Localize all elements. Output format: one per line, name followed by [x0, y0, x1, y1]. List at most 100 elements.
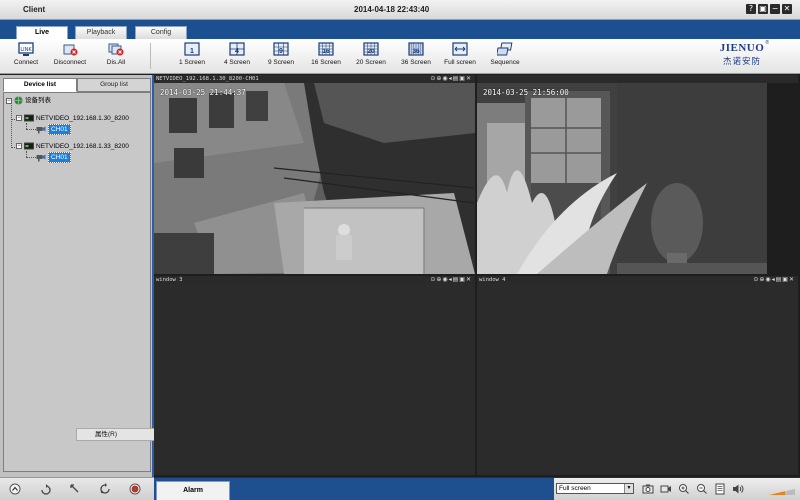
tree-root[interactable]: − 设备列表: [6, 96, 51, 106]
layout-36-screen-label: 36 Screen: [401, 59, 431, 66]
tab-playback[interactable]: Playback: [75, 26, 127, 39]
full-screen-label: Full screen: [444, 59, 476, 66]
full-screen-button[interactable]: Full screen: [440, 42, 480, 72]
tree-connector: [26, 129, 36, 130]
main-tab-strip: Live Playback Config: [0, 20, 800, 39]
app-title: Client: [23, 5, 46, 14]
collapse-icon[interactable]: −: [16, 115, 22, 122]
playback-controls: Full screen ▼: [554, 478, 800, 500]
volume-slider[interactable]: [769, 489, 795, 495]
layout-36-screen-button[interactable]: 36 36 Screen: [397, 42, 435, 72]
speaker-icon[interactable]: [732, 483, 744, 495]
lock-button[interactable]: ▣: [758, 4, 768, 14]
video-feed-empty: [477, 284, 798, 475]
zoom-in-icon[interactable]: [678, 483, 690, 495]
layout-20-screen-label: 20 Screen: [356, 59, 386, 66]
layout-4-screen-label: 4 Screen: [223, 59, 251, 66]
layout-9-screen-label: 9 Screen: [267, 59, 295, 66]
video-window-1[interactable]: NETVIDEO_192.168.1.30_8200-CH01 ⊙⊕◉◂▤▣✕: [154, 75, 475, 274]
video-window-4[interactable]: window 4 ⊙⊕◉◂▤▣✕: [477, 276, 798, 475]
window-controls[interactable]: ⊙⊕◉◂▤▣✕: [753, 276, 795, 284]
video-window-3[interactable]: window 3 ⊙⊕◉◂▤▣✕: [154, 276, 475, 475]
chevron-down-icon: ▼: [624, 484, 633, 493]
disconnect-all-button[interactable]: Dis.All: [98, 42, 134, 72]
layout-20-screen-button[interactable]: 20 20 Screen: [352, 42, 390, 72]
svg-text:36: 36: [412, 48, 420, 55]
disconnect-all-icon: [108, 43, 124, 56]
tab-device-list[interactable]: Device list: [3, 78, 77, 92]
screen-layout-icon: 20: [363, 42, 379, 56]
layout-1-screen-button[interactable]: 1 1 Screen: [174, 42, 210, 72]
connect-button[interactable]: LINK Connect: [8, 42, 44, 72]
camera-icon: [36, 154, 46, 162]
window-title: window 3: [154, 276, 475, 284]
camera-icon: [36, 126, 46, 134]
window-controls[interactable]: ⊙⊕◉◂▤▣✕: [430, 75, 472, 83]
title-bar: Client 2014-04-18 22:43:40 ? ▣ − ✕: [0, 0, 800, 20]
screen-mode-value: Full screen: [559, 485, 591, 492]
video-feed-empty: [154, 284, 475, 475]
svg-text:16: 16: [322, 48, 330, 55]
tree-root-label: 设备列表: [25, 97, 51, 105]
camera-image: [154, 83, 475, 274]
svg-text:9: 9: [279, 48, 283, 55]
help-button[interactable]: ?: [746, 4, 756, 14]
window-title: NETVIDEO_192.168.1.30_8200-CH01: [154, 75, 475, 83]
svg-text:20: 20: [367, 48, 375, 55]
svg-text:LINK: LINK: [20, 47, 32, 53]
connect-icon: LINK: [18, 42, 34, 56]
device-name: NETVIDEO_192.168.1.33_8200: [36, 143, 129, 150]
screen-layout-icon: 16: [318, 42, 334, 56]
document-icon[interactable]: [714, 483, 726, 495]
collapse-icon[interactable]: −: [6, 97, 12, 104]
tree-device[interactable]: − NETVIDEO_192.168.1.30_8200: [16, 114, 129, 124]
screen-layout-icon: 36: [408, 42, 424, 56]
disconnect-button[interactable]: Disconnect: [50, 42, 90, 72]
tab-group-list[interactable]: Group list: [77, 78, 151, 92]
collapse-icon[interactable]: −: [16, 143, 22, 150]
ptz-focus-icon[interactable]: [99, 483, 111, 495]
logo-registered-mark: ®: [765, 40, 769, 46]
video-window-2[interactable]: 2014-03-25 21:56:00: [477, 75, 798, 274]
screen-layout-icon: 9: [273, 42, 289, 56]
record-icon[interactable]: [660, 483, 672, 495]
sequence-button[interactable]: Sequence: [487, 42, 523, 72]
tab-live[interactable]: Live: [16, 26, 68, 39]
tab-config[interactable]: Config: [135, 26, 187, 39]
svg-text:1: 1: [190, 48, 194, 55]
tree-channel[interactable]: CH01: [36, 124, 71, 135]
window-title-text: NETVIDEO_192.168.1.30_8200-CH01: [156, 76, 259, 82]
globe-icon: [14, 96, 23, 105]
brand-logo: JIENUO 杰诺安防 ®: [716, 40, 769, 70]
layout-16-screen-button[interactable]: 16 16 Screen: [308, 42, 344, 72]
layout-1-screen-label: 1 Screen: [178, 59, 206, 66]
logo-brand: JIENUO: [719, 42, 765, 54]
sequence-label: Sequence: [490, 59, 520, 66]
device-panel: Device list Group list − 设备列表 − NETVIDEO_1…: [0, 75, 154, 477]
camera-image: [477, 83, 798, 274]
video-timestamp: 2014-03-25 21:56:00: [483, 88, 569, 97]
svg-text:4: 4: [235, 48, 239, 55]
toolbar: LINK Connect Disconnect Dis.All 1 1 Scre…: [0, 39, 800, 74]
app-window: Client 2014-04-18 22:43:40 ? ▣ − ✕ Live …: [0, 0, 800, 500]
layout-4-screen-button[interactable]: 4 4 Screen: [219, 42, 255, 72]
window-controls[interactable]: ⊙⊕◉◂▤▣✕: [430, 276, 472, 284]
ptz-zoom-icon[interactable]: [69, 483, 81, 495]
screen-mode-select[interactable]: Full screen ▼: [556, 483, 634, 494]
video-grid: NETVIDEO_192.168.1.30_8200-CH01 ⊙⊕◉◂▤▣✕: [154, 75, 800, 477]
ptz-rotate-icon[interactable]: [40, 483, 52, 495]
snapshot-icon[interactable]: [642, 483, 654, 495]
tree-channel[interactable]: CH01: [36, 152, 71, 163]
ptz-up-icon[interactable]: [9, 483, 21, 495]
disconnect-all-label: Dis.All: [106, 59, 126, 66]
layout-16-screen-label: 16 Screen: [311, 59, 341, 66]
minimize-button[interactable]: −: [770, 4, 780, 14]
tab-alarm[interactable]: Alarm: [156, 481, 230, 500]
toolbar-separator: [150, 43, 151, 69]
color-adjust-icon[interactable]: [129, 483, 141, 495]
zoom-out-icon[interactable]: [696, 483, 708, 495]
tree-device[interactable]: − NETVIDEO_192.168.1.33_8200: [16, 142, 129, 152]
layout-9-screen-button[interactable]: 9 9 Screen: [263, 42, 299, 72]
close-button[interactable]: ✕: [782, 4, 792, 14]
device-tree: − 设备列表 − NETVIDEO_192.168.1.30_8200 CH01 −…: [3, 92, 151, 472]
